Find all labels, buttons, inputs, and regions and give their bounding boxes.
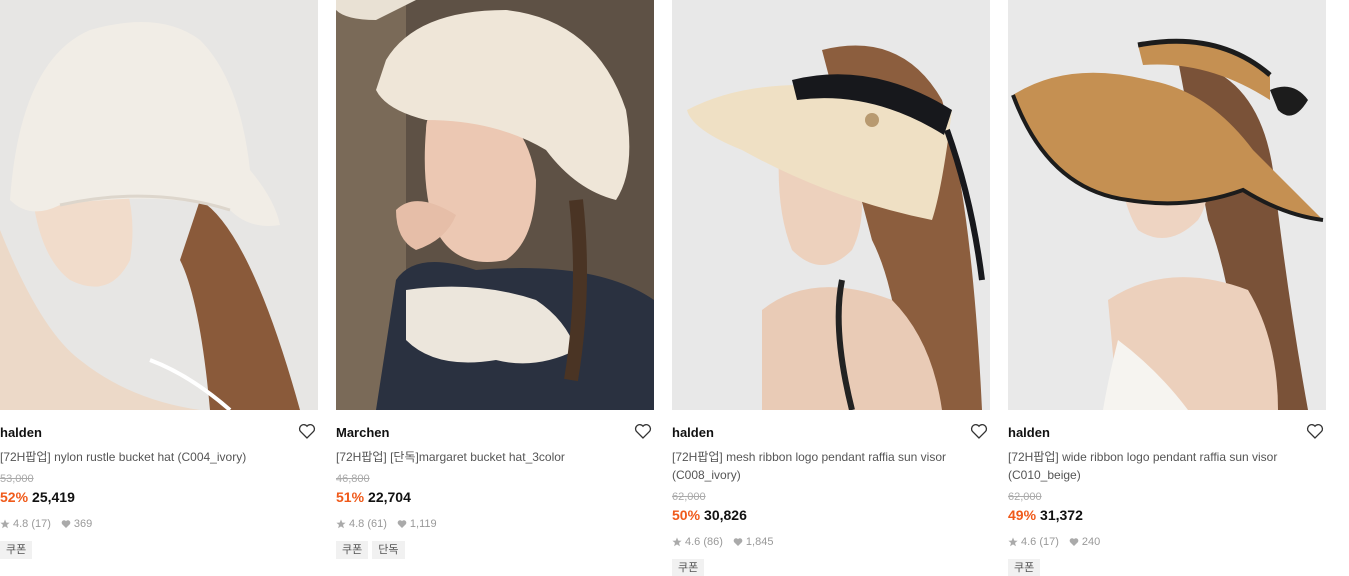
likes: 369 [61, 518, 92, 530]
tag-list: 쿠폰 [1008, 559, 1041, 576]
wishlist-heart-icon[interactable] [634, 422, 652, 440]
price-row: 50% 30,826 [672, 507, 747, 523]
rating-value: 4.6 [685, 536, 701, 548]
heart-filled-icon [733, 538, 743, 546]
coupon-tag: 쿠폰 [1008, 559, 1041, 576]
product-image[interactable] [0, 0, 318, 410]
likes-count: 369 [73, 518, 93, 530]
discount-rate: 50% [672, 507, 701, 523]
review-count: (61) [367, 518, 387, 530]
review-count: (17) [31, 518, 51, 530]
brand-name[interactable]: halden [1008, 425, 1050, 440]
coupon-tag: 쿠폰 [672, 559, 705, 576]
sale-price: 25,419 [32, 489, 75, 505]
price-row: 51% 22,704 [336, 489, 411, 505]
rating-value: 4.8 [349, 518, 365, 530]
price-row: 49% 31,372 [1008, 507, 1083, 523]
star-icon [672, 537, 682, 547]
product-name[interactable]: [72H팝업] nylon rustle bucket hat (C004_iv… [0, 448, 310, 466]
product-grid: halden [72H팝업] nylon rustle bucket hat (… [0, 0, 1349, 576]
likes-count: 240 [1081, 536, 1101, 548]
review-count: (86) [703, 536, 723, 548]
discount-rate: 52% [0, 489, 29, 505]
coupon-tag: 쿠폰 [336, 541, 369, 559]
heart-filled-icon [61, 520, 71, 528]
brand-name[interactable]: Marchen [336, 425, 389, 440]
original-price: 62,000 [1008, 491, 1042, 503]
review-meta: 4.8 (17) 369 [0, 518, 92, 530]
sale-price: 31,372 [1040, 507, 1083, 523]
discount-rate: 49% [1008, 507, 1037, 523]
product-name[interactable]: [72H팝업] [단독]margaret bucket hat_3color [336, 448, 646, 466]
product-image[interactable] [672, 0, 990, 410]
rating-value: 4.6 [1021, 536, 1037, 548]
star-icon [0, 519, 10, 529]
wishlist-heart-icon[interactable] [1306, 422, 1324, 440]
product-card: halden [72H팝업] wide ribbon logo pendant … [1008, 0, 1326, 576]
likes-count: 1,845 [745, 536, 774, 548]
exclusive-tag: 단독 [372, 541, 405, 559]
wishlist-heart-icon[interactable] [298, 422, 316, 440]
product-name[interactable]: [72H팝업] mesh ribbon logo pendant raffia … [672, 448, 982, 484]
price-row: 52% 25,419 [0, 489, 75, 505]
original-price: 53,000 [0, 473, 34, 485]
wishlist-heart-icon[interactable] [970, 422, 988, 440]
sale-price: 30,826 [704, 507, 747, 523]
star-icon [336, 519, 346, 529]
tag-list: 쿠폰 단독 [336, 541, 405, 559]
review-meta: 4.6 (17) 240 [1008, 536, 1100, 548]
review-count: (17) [1039, 536, 1059, 548]
product-image[interactable] [1008, 0, 1326, 410]
heart-filled-icon [1069, 538, 1079, 546]
product-card: halden [72H팝업] mesh ribbon logo pendant … [672, 0, 990, 576]
review-meta: 4.6 (86) 1,845 [672, 536, 773, 548]
likes: 1,119 [397, 518, 437, 530]
likes-count: 1,119 [409, 518, 437, 530]
heart-filled-icon [397, 520, 407, 528]
coupon-tag: 쿠폰 [0, 541, 33, 559]
original-price: 62,000 [672, 491, 706, 503]
product-card: halden [72H팝업] nylon rustle bucket hat (… [0, 0, 318, 576]
likes: 240 [1069, 536, 1100, 548]
rating-value: 4.8 [13, 518, 29, 530]
brand-name[interactable]: halden [0, 425, 42, 440]
likes: 1,845 [733, 536, 774, 548]
original-price: 46,800 [336, 473, 370, 485]
tag-list: 쿠폰 [672, 559, 705, 576]
discount-rate: 51% [336, 489, 365, 505]
sale-price: 22,704 [368, 489, 411, 505]
star-icon [1008, 537, 1018, 547]
product-name[interactable]: [72H팝업] wide ribbon logo pendant raffia … [1008, 448, 1318, 484]
brand-name[interactable]: halden [672, 425, 714, 440]
review-meta: 4.8 (61) 1,119 [336, 518, 437, 530]
product-card: Marchen [72H팝업] [단독]margaret bucket hat_… [336, 0, 654, 576]
product-image[interactable] [336, 0, 654, 410]
tag-list: 쿠폰 [0, 541, 33, 559]
